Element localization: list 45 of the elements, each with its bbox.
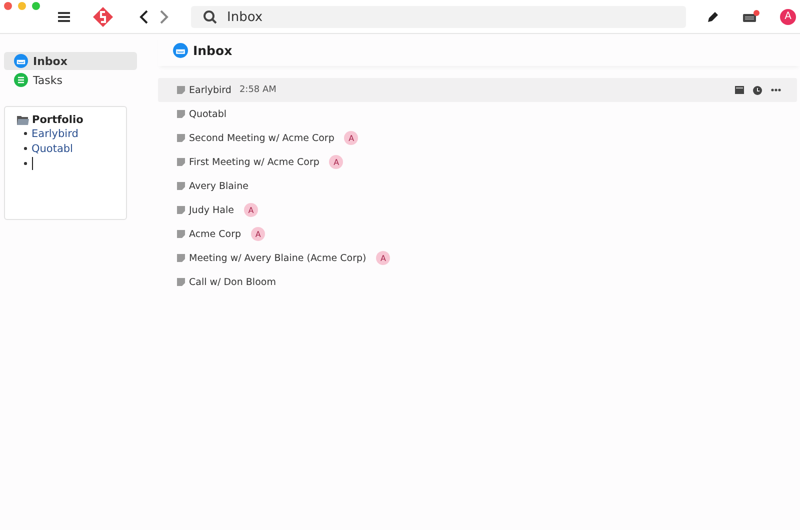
pencil-icon[interactable] xyxy=(706,10,720,24)
note-row[interactable]: Second Meeting w/ Acme Corp A xyxy=(158,126,797,150)
search-field[interactable]: Inbox xyxy=(191,6,686,28)
assignee-badge: A xyxy=(244,203,258,217)
note-row[interactable]: Call w/ Don Bloom xyxy=(158,270,797,294)
note-row[interactable]: Acme Corp A xyxy=(158,222,797,246)
user-avatar[interactable]: A xyxy=(780,8,796,24)
sidebar-item[interactable]: Tasks xyxy=(4,71,137,89)
back-icon[interactable] xyxy=(139,10,149,24)
note-row[interactable]: Meeting w/ Avery Blaine (Acme Corp) A xyxy=(158,246,797,270)
note-row[interactable]: Earlybird 2:58 AM xyxy=(158,78,797,102)
assignee-badge: A xyxy=(329,155,344,169)
note-icon xyxy=(177,158,185,166)
note-row[interactable]: Avery Blaine xyxy=(158,174,797,198)
note-icon xyxy=(177,254,185,262)
note-icon xyxy=(177,206,185,214)
sidebar-item[interactable]: Inbox xyxy=(4,52,137,70)
clock-icon[interactable] xyxy=(753,86,762,94)
note-icon xyxy=(177,134,185,142)
inbox-icon xyxy=(173,42,188,58)
forward-icon[interactable] xyxy=(159,10,169,24)
note-icon xyxy=(177,230,185,238)
more-icon[interactable] xyxy=(771,88,781,92)
portfolio-link[interactable]: Earlybird xyxy=(32,128,78,140)
note-icon xyxy=(177,110,185,118)
assignee-badge: A xyxy=(376,251,390,265)
list-icon xyxy=(14,73,28,87)
note-row[interactable]: Quotabl xyxy=(158,102,797,126)
portfolio-link[interactable]: Quotabl xyxy=(32,142,73,154)
inbox-icon xyxy=(14,54,28,68)
note-icon xyxy=(177,182,185,190)
page-title: Inbox xyxy=(193,42,232,58)
logo-icon[interactable] xyxy=(93,6,113,26)
close-button[interactable] xyxy=(4,2,12,10)
keyboard-icon[interactable] xyxy=(742,10,760,24)
folder-icon xyxy=(17,115,29,125)
note-icon xyxy=(177,278,185,286)
archive-icon[interactable] xyxy=(735,86,744,94)
note-row[interactable]: Judy Hale A xyxy=(158,198,797,222)
menu-icon[interactable] xyxy=(57,10,71,22)
assignee-badge: A xyxy=(344,131,358,145)
portfolio-title: Portfolio xyxy=(32,114,84,126)
note-row[interactable]: First Meeting w/ Acme Corp A xyxy=(158,150,797,174)
note-icon xyxy=(177,86,185,94)
assignee-badge: A xyxy=(251,227,266,241)
